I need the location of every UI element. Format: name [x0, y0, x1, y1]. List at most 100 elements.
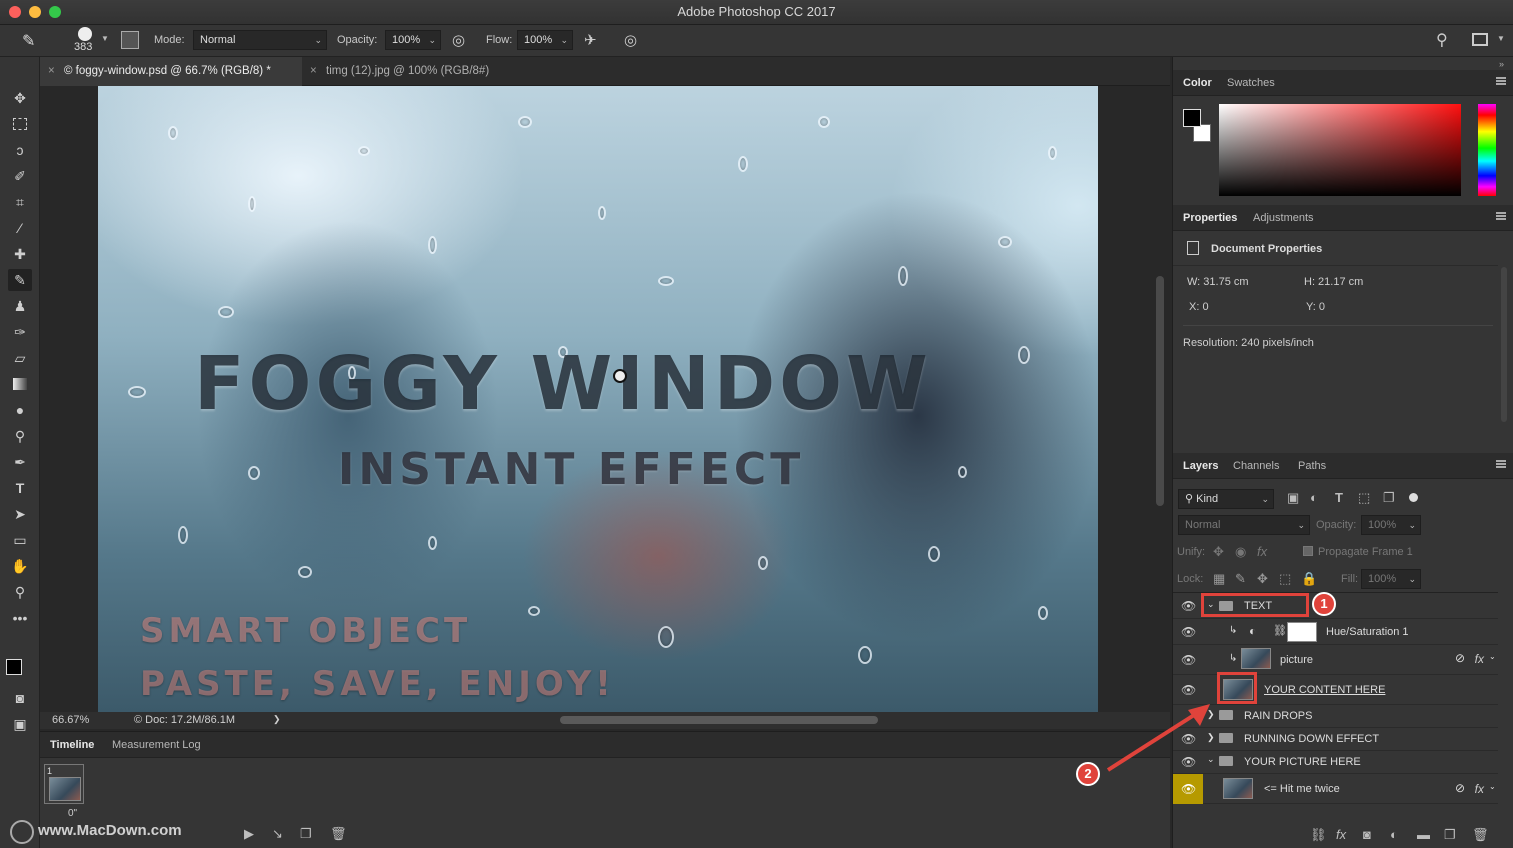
panel-menu-icon[interactable]: [1496, 77, 1506, 85]
eraser-tool-icon[interactable]: ▱: [8, 347, 32, 369]
visibility-eye-icon[interactable]: 👁: [1181, 653, 1196, 667]
lock-artboard-icon[interactable]: ⬚: [1279, 571, 1291, 587]
layer-row[interactable]: 👁 ↳ picture ⊘ fx ⌄: [1173, 645, 1498, 675]
flow-field[interactable]: 100% ⌄: [517, 30, 573, 50]
animation-frame[interactable]: 1: [44, 764, 84, 804]
layer-filter-select[interactable]: ⚲ Kind ⌄: [1178, 489, 1274, 509]
workspace-icon[interactable]: [1472, 33, 1488, 46]
blend-mode-select[interactable]: Normal ⌄: [1178, 515, 1310, 535]
quick-select-tool-icon[interactable]: ✐: [8, 165, 32, 187]
pressure-opacity-icon[interactable]: ◎: [452, 31, 465, 49]
layer-row[interactable]: ❯ RAIN DROPS: [1173, 705, 1498, 728]
pressure-size-icon[interactable]: ◎: [624, 31, 637, 49]
rectangle-tool-icon[interactable]: ▭: [8, 529, 32, 551]
tab-color[interactable]: Color: [1177, 70, 1218, 96]
new-adjustment-icon[interactable]: ◐: [1390, 827, 1398, 842]
dodge-tool-icon[interactable]: ⚲: [8, 425, 32, 447]
brush-tool-icon[interactable]: ✎: [8, 269, 32, 291]
gradient-tool-icon[interactable]: [8, 373, 32, 395]
brush-tool-icon[interactable]: ✎: [22, 31, 35, 51]
tab-properties[interactable]: Properties: [1177, 205, 1243, 231]
layer-row[interactable]: 👁 ↳ ◐ ⛓ Hue/Saturation 1: [1173, 619, 1498, 645]
prop-y[interactable]: Y: 0: [1306, 301, 1325, 313]
zoom-tool-icon[interactable]: ⚲: [8, 581, 32, 603]
tab-measurement-log[interactable]: Measurement Log: [106, 732, 207, 758]
add-style-icon[interactable]: fx: [1336, 827, 1346, 842]
link-layers-icon[interactable]: ⛓: [1310, 827, 1327, 843]
panel-menu-icon[interactable]: [1496, 460, 1506, 468]
delete-layer-icon[interactable]: 🗑: [1472, 827, 1489, 843]
filter-shape-icon[interactable]: ⬚: [1358, 490, 1370, 506]
new-layer-icon[interactable]: ❐: [1444, 827, 1456, 843]
path-select-tool-icon[interactable]: ➤: [8, 503, 32, 525]
brush-panel-icon[interactable]: [121, 31, 139, 49]
opacity-field[interactable]: 100% ⌄: [385, 30, 441, 50]
prop-width[interactable]: W: 31.75 cm: [1187, 276, 1249, 288]
duplicate-frame-icon[interactable]: ❐: [300, 826, 312, 842]
eyedropper-tool-icon[interactable]: ⁄: [8, 217, 32, 239]
fx-icon[interactable]: fx: [1475, 782, 1484, 796]
tween-icon[interactable]: ↘: [272, 826, 283, 842]
close-tab-icon[interactable]: ×: [48, 57, 55, 86]
close-window-button[interactable]: [9, 6, 21, 18]
blur-tool-icon[interactable]: ●: [8, 399, 32, 421]
move-tool-icon[interactable]: ✥: [8, 87, 32, 109]
tab-channels[interactable]: Channels: [1227, 453, 1285, 479]
visibility-eye-icon[interactable]: 👁: [1181, 625, 1196, 639]
brush-preset-icon[interactable]: [78, 27, 92, 41]
tab-layers[interactable]: Layers: [1177, 453, 1224, 479]
more-tools-icon[interactable]: •••: [8, 607, 32, 629]
delete-frame-icon[interactable]: 🗑: [330, 826, 347, 842]
workspace-chevron-icon[interactable]: ▼: [1497, 34, 1505, 43]
lasso-tool-icon[interactable]: ↄ: [8, 139, 32, 161]
status-menu-icon[interactable]: ❯: [273, 714, 281, 725]
frame-delay[interactable]: 0": [68, 808, 77, 819]
unify-style-icon[interactable]: fx: [1257, 544, 1267, 559]
layer-row[interactable]: 👁 ⌄ YOUR PICTURE HERE: [1173, 751, 1498, 774]
layer-row[interactable]: 👁 ❯ RUNNING DOWN EFFECT: [1173, 728, 1498, 751]
foreground-color-swatch[interactable]: [6, 659, 22, 675]
foreground-swatch[interactable]: [1183, 109, 1201, 127]
screen-mode-icon[interactable]: ▣: [8, 713, 32, 735]
crop-tool-icon[interactable]: ⌗: [8, 191, 32, 213]
layers-opacity-field[interactable]: 100% ⌄: [1361, 515, 1421, 535]
history-brush-icon[interactable]: ✑: [8, 321, 32, 343]
play-icon[interactable]: ▶: [244, 826, 254, 842]
prop-x[interactable]: X: 0: [1189, 301, 1209, 313]
healing-tool-icon[interactable]: ✚: [8, 243, 32, 265]
unify-position-icon[interactable]: ✥: [1213, 544, 1224, 560]
visibility-eye-icon[interactable]: 👁: [1181, 782, 1196, 796]
type-tool-icon[interactable]: T: [8, 477, 32, 499]
fill-field[interactable]: 100% ⌄: [1361, 569, 1421, 589]
pen-tool-icon[interactable]: ✒: [8, 451, 32, 473]
tab-adjustments[interactable]: Adjustments: [1247, 205, 1320, 231]
lock-transparent-icon[interactable]: ▦: [1213, 571, 1225, 587]
canvas-area[interactable]: FOGGY WINDOW INSTANT EFFECT SMART OBJECT…: [40, 86, 1170, 712]
propagate-checkbox[interactable]: [1303, 546, 1313, 556]
filter-toggle-icon[interactable]: [1409, 493, 1418, 502]
filter-adjustment-icon[interactable]: ◐: [1310, 490, 1318, 505]
mode-select[interactable]: Normal ⌄: [193, 30, 327, 50]
lock-pixels-icon[interactable]: ✎: [1235, 571, 1246, 587]
expand-effects-icon[interactable]: ⌄: [1489, 652, 1496, 661]
lock-position-icon[interactable]: ✥: [1257, 571, 1268, 587]
airbrush-icon[interactable]: ✈: [584, 31, 597, 49]
visibility-eye-icon[interactable]: 👁: [1181, 599, 1196, 613]
hand-tool-icon[interactable]: ✋: [8, 555, 32, 577]
quick-mask-icon[interactable]: ◙: [8, 687, 32, 709]
filter-type-icon[interactable]: T: [1335, 490, 1343, 505]
stamp-tool-icon[interactable]: ♟: [8, 295, 32, 317]
new-group-icon[interactable]: ▬: [1417, 827, 1430, 842]
expand-effects-icon[interactable]: ⌄: [1489, 782, 1496, 791]
vertical-scrollbar[interactable]: [1156, 276, 1164, 506]
layer-row[interactable]: 👁 <= Hit me twice ⊘ fx ⌄: [1173, 774, 1498, 804]
filter-pixel-icon[interactable]: ▣: [1287, 490, 1299, 506]
color-field[interactable]: [1219, 104, 1461, 196]
unify-visibility-icon[interactable]: ◉: [1235, 544, 1246, 560]
tab-paths[interactable]: Paths: [1292, 453, 1332, 479]
panel-menu-icon[interactable]: [1496, 212, 1506, 220]
close-tab-icon[interactable]: ×: [310, 57, 317, 86]
zoom-level[interactable]: 66.67%: [52, 714, 89, 726]
properties-scrollbar[interactable]: [1501, 267, 1507, 422]
filter-smart-object-icon[interactable]: ❐: [1383, 490, 1395, 506]
